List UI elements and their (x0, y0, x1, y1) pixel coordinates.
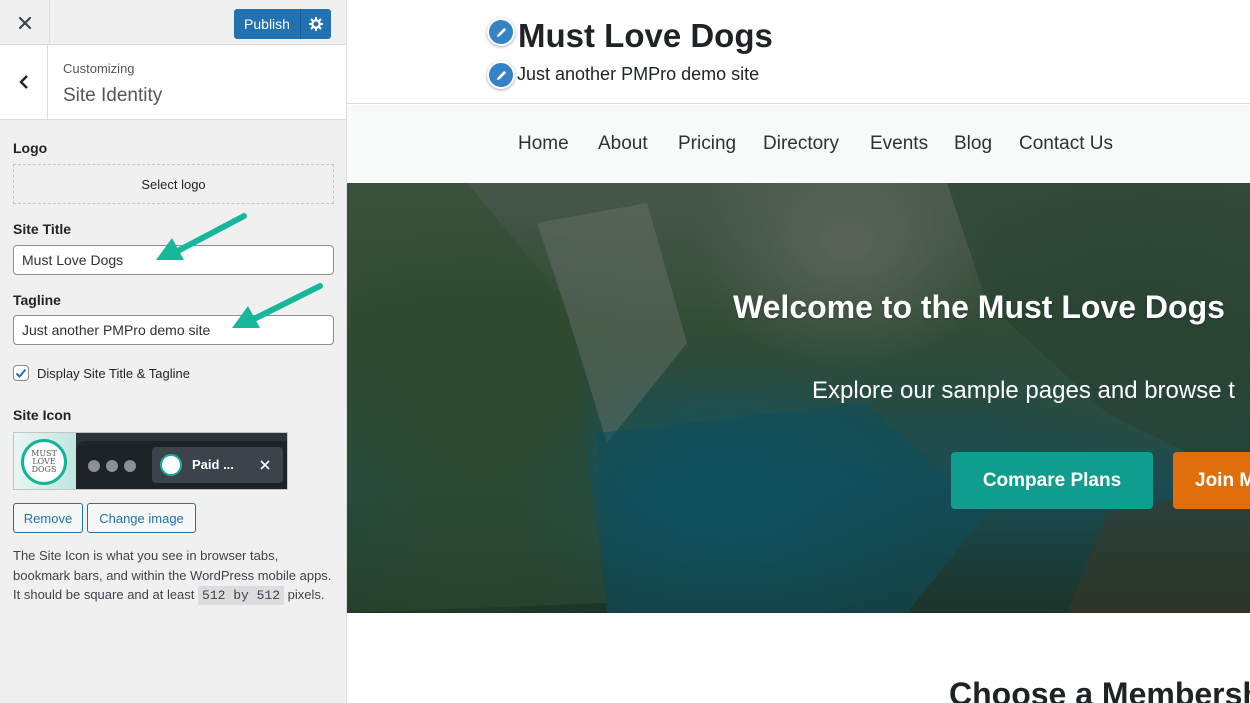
membership-heading: Choose a Membership (949, 676, 1250, 703)
window-dot-icon (88, 460, 100, 472)
nav-item-contact-us[interactable]: Contact Us (1019, 133, 1113, 155)
chevron-left-icon (18, 75, 28, 89)
edit-site-title-button[interactable] (487, 18, 515, 46)
browser-tab-preview: Paid ... (76, 441, 287, 489)
description-code: 512 by 512 (198, 586, 285, 605)
section-header: Customizing Site Identity (0, 45, 346, 120)
select-logo-button[interactable]: Select logo (13, 164, 334, 204)
app-icon-preview: MUST LOVE DOGS (14, 433, 76, 489)
publish-settings-button[interactable] (300, 9, 331, 39)
description-text-end: pixels. (284, 587, 325, 602)
browser-tab: Paid ... (152, 447, 283, 483)
hero-title: Welcome to the Must Love Dogs (733, 289, 1225, 325)
close-customizer-button[interactable] (0, 0, 50, 45)
gear-icon (309, 17, 323, 31)
site-icon-label: Site Icon (13, 407, 72, 423)
main-navigation: Home About Pricing Directory Events Blog… (347, 105, 1250, 183)
nav-item-pricing[interactable]: Pricing (678, 133, 736, 155)
checkmark-icon (15, 368, 27, 378)
compare-plans-button[interactable]: Compare Plans (951, 452, 1153, 509)
site-icon-preview: MUST LOVE DOGS Paid ... (13, 432, 288, 490)
site-icon-image: MUST LOVE DOGS (21, 439, 67, 485)
change-image-button[interactable]: Change image (87, 503, 196, 533)
section-title: Site Identity (63, 85, 163, 106)
nav-item-home[interactable]: Home (518, 133, 569, 155)
edit-tagline-button[interactable] (487, 61, 515, 89)
hero-section: Welcome to the Must Love Dogs Explore ou… (347, 183, 1250, 613)
site-icon-description: The Site Icon is what you see in browser… (13, 546, 338, 606)
publish-controls: Publish (234, 9, 331, 39)
annotation-arrow-icon (232, 283, 323, 328)
site-icon-text: MUST LOVE DOGS (31, 449, 57, 474)
nav-item-about[interactable]: About (598, 133, 648, 155)
breadcrumb: Customizing (63, 61, 135, 76)
browser-tab-title: Paid ... (192, 457, 234, 472)
logo-label: Logo (13, 140, 48, 156)
display-title-tagline-checkbox[interactable] (13, 365, 29, 381)
site-title-label: Site Title (13, 221, 72, 237)
pencil-icon (496, 70, 506, 80)
close-icon (260, 460, 270, 470)
annotation-arrow-icon (156, 213, 247, 260)
join-button[interactable]: Join M (1173, 452, 1250, 509)
window-dot-icon (106, 460, 118, 472)
site-preview: Must Love Dogs Just another PMPro demo s… (347, 0, 1250, 703)
display-title-tagline-label: Display Site Title & Tagline (37, 365, 190, 381)
tagline-label: Tagline (13, 292, 61, 308)
window-dot-icon (124, 460, 136, 472)
nav-item-directory[interactable]: Directory (763, 133, 839, 155)
customizer-topbar: Publish (0, 0, 346, 45)
site-title[interactable]: Must Love Dogs (518, 17, 773, 55)
close-icon (18, 16, 31, 29)
nav-item-blog[interactable]: Blog (954, 133, 992, 155)
site-header: Must Love Dogs Just another PMPro demo s… (347, 0, 1250, 104)
back-button[interactable] (0, 45, 48, 119)
pencil-icon (496, 27, 506, 37)
nav-item-events[interactable]: Events (870, 133, 928, 155)
customizer-sidebar: Publish Customizing Site Identity Logo S… (0, 0, 347, 703)
hero-subtitle: Explore our sample pages and browse t (812, 377, 1235, 404)
publish-button[interactable]: Publish (234, 9, 300, 39)
display-title-tagline-row: Display Site Title & Tagline (13, 365, 190, 381)
site-tagline: Just another PMPro demo site (517, 64, 760, 84)
remove-icon-button[interactable]: Remove (13, 503, 83, 533)
favicon-icon (160, 454, 182, 476)
